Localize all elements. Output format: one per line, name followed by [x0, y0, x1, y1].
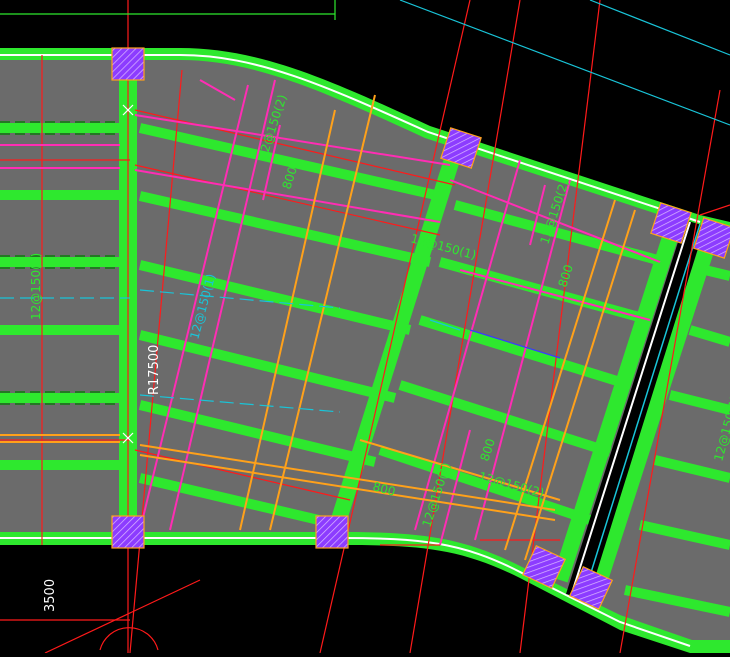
column: [111, 47, 145, 81]
column: [111, 515, 145, 549]
rebar-label-left-vertical: 12@150(1): [29, 253, 43, 320]
top-outline: [0, 0, 336, 20]
spacing-dimension-label: 3500: [43, 579, 58, 612]
slab-fill: [0, 60, 730, 640]
slab-plan-drawing: R17500 3500 12@150(1) 12@150(1) 12@150(2…: [0, 0, 730, 654]
cad-drawing-canvas[interactable]: R17500 3500 12@150(1) 12@150(1) 12@150(2…: [0, 0, 730, 654]
radius-label: R17500: [147, 345, 162, 395]
column: [315, 515, 349, 549]
